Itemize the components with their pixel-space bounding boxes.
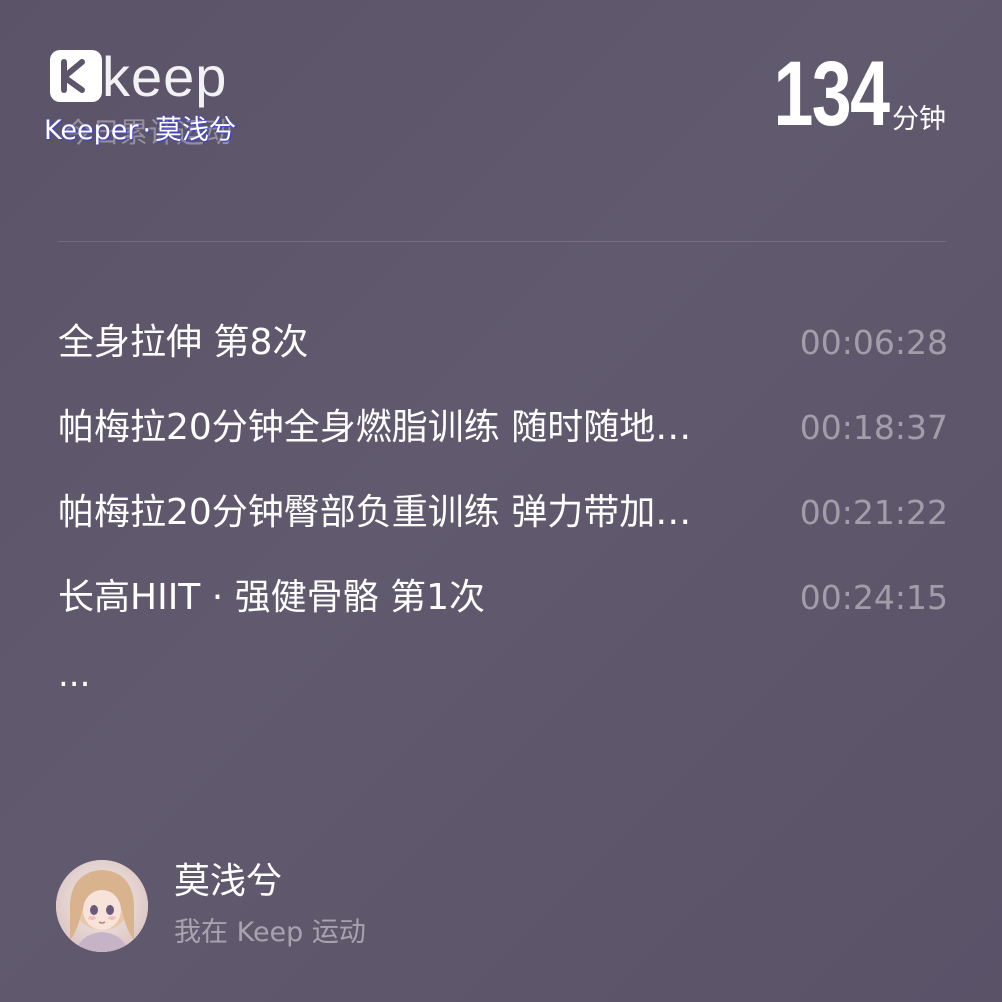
activity-title: 帕梅拉20分钟全身燃脂训练 随时随地… (58, 406, 692, 448)
activity-row[interactable]: 帕梅拉20分钟臀部负重训练 弹力带加… 00:21:22 (58, 470, 948, 555)
divider (58, 241, 946, 242)
caption-separator: · (142, 115, 152, 146)
workout-share-card: 今日累计运动 keep Keeper · 莫浅兮 134 分钟 全身拉伸 第8次 0… (0, 0, 1002, 1002)
keep-logo-icon (50, 50, 102, 102)
activity-list: 全身拉伸 第8次 00:06:28 帕梅拉20分钟全身燃脂训练 随时随地… 00… (58, 300, 948, 640)
keep-logo-text: keep (102, 45, 228, 108)
keeper-name: 莫浅兮 (155, 115, 237, 146)
avatar-illustration[interactable] (56, 860, 148, 952)
activity-row[interactable]: 全身拉伸 第8次 00:06:28 (58, 300, 948, 385)
activity-row[interactable]: 帕梅拉20分钟全身燃脂训练 随时随地… 00:18:37 (58, 385, 948, 470)
total-duration: 134 分钟 (741, 43, 946, 145)
total-minutes-unit: 分钟 (892, 104, 946, 135)
brand-header: 今日累计运动 keep Keeper · 莫浅兮 (44, 45, 304, 156)
user-name: 莫浅兮 (174, 861, 283, 902)
activity-title: 全身拉伸 第8次 (58, 321, 309, 363)
activity-duration: 00:18:37 (799, 408, 948, 447)
activity-duration: 00:24:15 (799, 578, 948, 617)
keeper-caption: Keeper · 莫浅兮 (44, 114, 236, 148)
activity-title: 帕梅拉20分钟臀部负重训练 弹力带加… (58, 491, 692, 533)
activity-duration: 00:06:28 (799, 323, 948, 362)
total-minutes-value: 134 (772, 43, 890, 145)
keeper-label: Keeper (44, 115, 139, 146)
activity-duration: 00:21:22 (799, 493, 948, 532)
more-indicator: ... (58, 655, 91, 695)
activity-row[interactable]: 长高HIIT · 强健骨骼 第1次 00:24:15 (58, 555, 948, 640)
activity-title: 长高HIIT · 强健骨骼 第1次 (58, 576, 485, 618)
user-subtitle: 我在 Keep 运动 (174, 917, 366, 948)
